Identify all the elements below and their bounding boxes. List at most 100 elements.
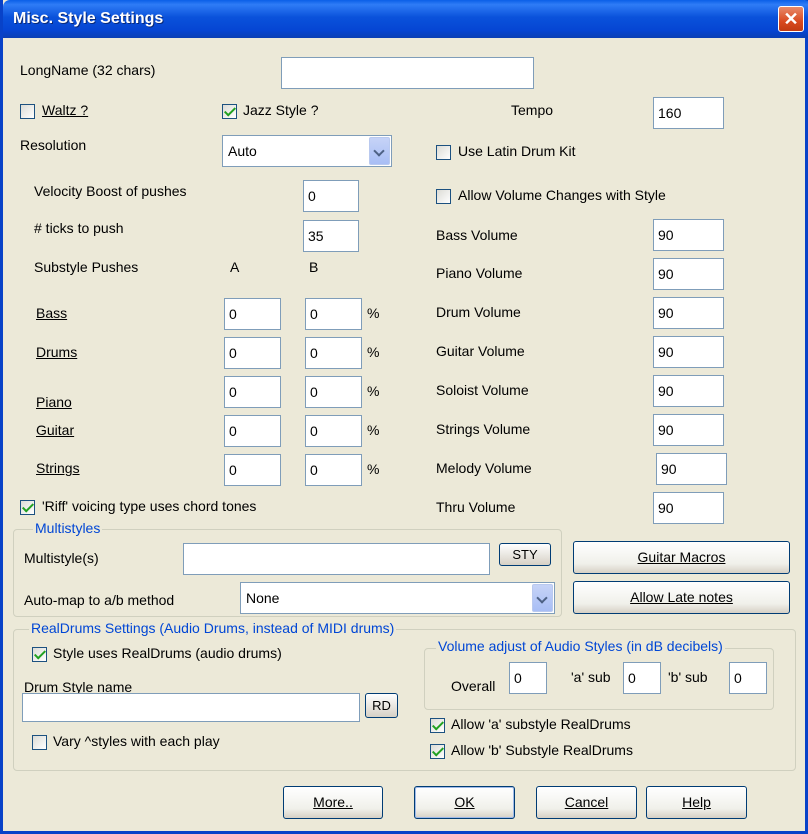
close-icon[interactable]: ✕ xyxy=(778,6,804,32)
help-label: Help xyxy=(682,794,711,810)
vary-styles-checkbox[interactable] xyxy=(32,735,47,750)
ticks-input[interactable]: 35 xyxy=(303,220,359,252)
guitar-volume-input[interactable]: 90 xyxy=(653,336,724,368)
bass-volume-input[interactable]: 90 xyxy=(653,219,724,251)
velocity-label: Velocity Boost of pushes xyxy=(34,183,187,199)
volume-label: Bass Volume xyxy=(436,227,518,243)
waltz-label: Waltz ? xyxy=(42,102,88,118)
percent-label: % xyxy=(367,383,380,399)
more-button[interactable]: More.. xyxy=(283,786,383,819)
b-sub-input[interactable]: 0 xyxy=(729,662,767,694)
push-row-label: Guitar xyxy=(36,422,75,438)
push-guitar-b-input[interactable]: 0 xyxy=(305,415,362,447)
percent-label: % xyxy=(367,461,380,477)
title-bar[interactable]: Misc. Style Settings ✕ xyxy=(3,0,808,38)
a-sub-label: 'a' sub xyxy=(571,669,611,685)
push-row-label: Bass xyxy=(36,305,68,321)
push-bass-a-input[interactable]: 0 xyxy=(224,298,281,330)
piano-volume-input[interactable]: 90 xyxy=(653,258,724,290)
tempo-input[interactable]: 160 xyxy=(653,97,724,129)
volume-label: Strings Volume xyxy=(436,421,531,437)
ok-button[interactable]: OK xyxy=(414,786,515,819)
longname-label: LongName (32 chars) xyxy=(20,62,156,78)
chevron-down-icon[interactable] xyxy=(369,137,390,165)
resolution-select[interactable]: Auto xyxy=(222,135,392,167)
soloist-volume-input[interactable]: 90 xyxy=(653,375,724,407)
cancel-button[interactable]: Cancel xyxy=(536,786,637,819)
pushes-col-a: A xyxy=(230,259,240,275)
window-title: Misc. Style Settings xyxy=(13,10,164,27)
a-sub-input[interactable]: 0 xyxy=(623,662,661,694)
volume-label: Melody Volume xyxy=(436,460,532,476)
push-row-label: Piano xyxy=(36,394,72,410)
realdrums-group-title: RealDrums Settings (Audio Drums, instead… xyxy=(29,620,397,636)
push-drums-b-input[interactable]: 0 xyxy=(305,337,362,369)
automap-label: Auto-map to a/b method xyxy=(24,592,175,608)
push-bass-b-input[interactable]: 0 xyxy=(305,298,362,330)
realdrums-uses-label: Style uses RealDrums (audio drums) xyxy=(53,645,282,661)
melody-volume-input[interactable]: 90 xyxy=(656,453,727,485)
guitar-macros-label: Guitar Macros xyxy=(637,549,726,565)
rd-button[interactable]: RD xyxy=(365,693,398,718)
allow-a-realdrums-checkbox[interactable] xyxy=(430,718,445,733)
waltz-label-text: Waltz ? xyxy=(42,102,89,118)
dialog-window: Misc. Style Settings ✕ LongName (32 char… xyxy=(0,0,808,834)
multistyle-input[interactable] xyxy=(183,543,490,575)
tempo-label: Tempo xyxy=(511,102,554,118)
jazz-style-label: Jazz Style ? xyxy=(243,102,319,118)
velocity-input[interactable]: 0 xyxy=(303,180,359,212)
riff-label: 'Riff' voicing type uses chord tones xyxy=(42,498,257,514)
allow-b-realdrums-checkbox[interactable] xyxy=(430,744,445,759)
strings-volume-input[interactable]: 90 xyxy=(653,414,724,446)
volume-label: Piano Volume xyxy=(436,265,523,281)
latin-drum-label: Use Latin Drum Kit xyxy=(458,143,576,159)
latin-drum-checkbox[interactable] xyxy=(436,145,451,160)
volume-label: Drum Volume xyxy=(436,304,521,320)
realdrums-uses-checkbox[interactable] xyxy=(32,647,47,662)
allow-late-notes-label: Allow Late notes xyxy=(630,589,733,605)
overall-label: Overall xyxy=(451,678,496,694)
push-piano-b-input[interactable]: 0 xyxy=(305,376,362,408)
automap-select[interactable]: None xyxy=(240,582,555,614)
sty-button[interactable]: STY xyxy=(499,543,551,566)
help-button[interactable]: Help xyxy=(646,786,747,819)
volume-label: Guitar Volume xyxy=(436,343,525,359)
ticks-label: # ticks to push xyxy=(34,220,124,236)
overall-input[interactable]: 0 xyxy=(509,662,547,694)
thru-volume-input[interactable]: 90 xyxy=(653,492,724,524)
drum-style-name-input[interactable] xyxy=(22,693,360,722)
volume-label: Thru Volume xyxy=(436,499,516,515)
pushes-col-b: B xyxy=(309,259,319,275)
jazz-style-checkbox[interactable] xyxy=(222,104,237,119)
automap-value: None xyxy=(246,590,280,606)
push-guitar-a-input[interactable]: 0 xyxy=(224,415,281,447)
waltz-checkbox[interactable] xyxy=(20,104,35,119)
ok-label: OK xyxy=(454,794,475,810)
push-strings-b-input[interactable]: 0 xyxy=(305,454,362,486)
chevron-down-icon[interactable] xyxy=(532,584,553,612)
volume-adjust-group-title: Volume adjust of Audio Styles (in dB dec… xyxy=(436,638,725,654)
push-drums-a-input[interactable]: 0 xyxy=(224,337,281,369)
allow-b-realdrums-label: Allow 'b' Substyle RealDrums xyxy=(451,742,633,758)
allow-a-realdrums-label: Allow 'a' substyle RealDrums xyxy=(451,716,631,732)
longname-input[interactable] xyxy=(281,57,534,89)
percent-label: % xyxy=(367,422,380,438)
guitar-macros-button[interactable]: Guitar Macros xyxy=(573,541,790,574)
multistyle-label: Multistyle(s) xyxy=(24,550,99,566)
push-piano-a-input[interactable]: 0 xyxy=(224,376,281,408)
push-strings-a-input[interactable]: 0 xyxy=(224,454,281,486)
allow-late-notes-button[interactable]: Allow Late notes xyxy=(573,581,790,614)
drum-volume-input[interactable]: 90 xyxy=(653,297,724,329)
allow-volume-checkbox[interactable] xyxy=(436,189,451,204)
percent-label: % xyxy=(367,305,380,321)
volume-label: Soloist Volume xyxy=(436,382,529,398)
resolution-value: Auto xyxy=(228,143,257,159)
multistyles-group-title: Multistyles xyxy=(33,520,103,536)
riff-checkbox[interactable] xyxy=(20,500,35,515)
allow-volume-label: Allow Volume Changes with Style xyxy=(458,187,666,203)
push-row-label: Strings xyxy=(36,460,80,476)
percent-label: % xyxy=(367,344,380,360)
b-sub-label: 'b' sub xyxy=(668,669,708,685)
vary-styles-label: Vary ^styles with each play xyxy=(53,733,220,749)
push-row-label: Drums xyxy=(36,344,78,360)
